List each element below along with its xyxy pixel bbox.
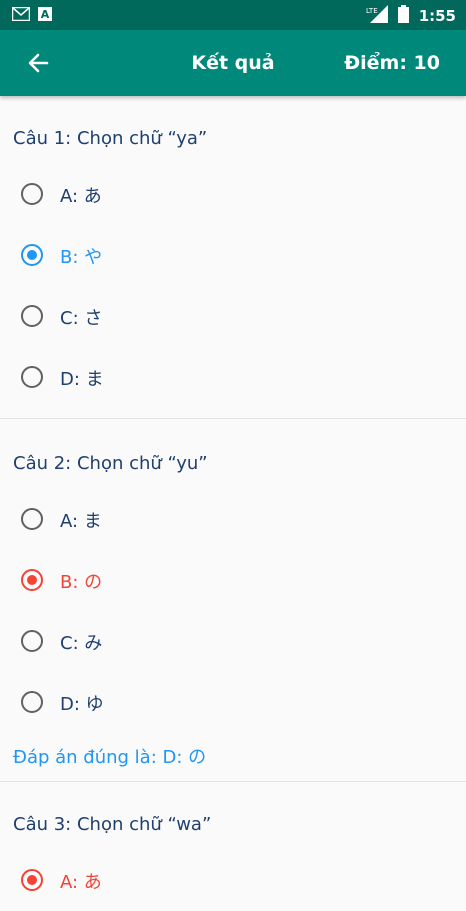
- radio-checked-icon[interactable]: [21, 869, 43, 891]
- option-c[interactable]: C: み: [0, 611, 466, 672]
- radio-dot-icon: [27, 250, 37, 260]
- option-c[interactable]: C: さ: [0, 286, 466, 347]
- radio-dot-icon: [27, 875, 37, 885]
- radio-unchecked-icon[interactable]: [21, 366, 43, 388]
- option-b[interactable]: B: や: [0, 225, 466, 286]
- option-label: A: ま: [60, 511, 102, 532]
- option-label: D: ま: [60, 369, 104, 390]
- gmail-icon: [11, 6, 31, 22]
- results-list: Câu 1: Chọn chữ “ya” A: あ B: や C: さ D: ま…: [0, 96, 466, 911]
- option-a[interactable]: A: ま: [0, 489, 466, 550]
- svg-text:LTE: LTE: [366, 7, 378, 15]
- radio-unchecked-icon[interactable]: [21, 305, 43, 327]
- radio-dot-icon: [27, 575, 37, 585]
- score-label: Điểm: 10: [344, 52, 440, 74]
- svg-text:A: A: [41, 8, 50, 21]
- option-label: A: あ: [60, 872, 102, 893]
- option-label: C: み: [60, 633, 103, 654]
- question-1: Câu 1: Chọn chữ “ya” A: あ B: や C: さ D: ま: [0, 96, 466, 419]
- radio-checked-icon[interactable]: [21, 569, 43, 591]
- option-a[interactable]: A: あ: [0, 164, 466, 225]
- radio-unchecked-icon[interactable]: [21, 630, 43, 652]
- radio-unchecked-icon[interactable]: [21, 183, 43, 205]
- option-label: D: ゆ: [60, 694, 104, 715]
- battery-icon: [397, 5, 409, 27]
- question-title: Câu 3: Chọn chữ “wa”: [13, 814, 212, 835]
- option-label: B: の: [60, 572, 103, 593]
- question-2: Câu 2: Chọn chữ “yu” A: ま B: の C: み D: ゆ…: [0, 419, 466, 782]
- option-d[interactable]: D: ゆ: [0, 672, 466, 733]
- radio-unchecked-icon[interactable]: [21, 508, 43, 530]
- question-title: Câu 1: Chọn chữ “ya”: [13, 128, 208, 149]
- question-title: Câu 2: Chọn chữ “yu”: [13, 453, 208, 474]
- clock: 1:55: [418, 7, 456, 25]
- radio-unchecked-icon[interactable]: [21, 691, 43, 713]
- option-d[interactable]: D: ま: [0, 347, 466, 408]
- option-label: A: あ: [60, 186, 102, 207]
- status-bar: A LTE 1:55: [0, 0, 466, 30]
- question-3: Câu 3: Chọn chữ “wa” A: あ: [0, 782, 466, 911]
- lte-signal-icon: LTE: [366, 5, 388, 27]
- app-bar: Kết quả Điểm: 10: [0, 30, 466, 96]
- a-icon: A: [38, 6, 56, 21]
- correct-answer-text: Đáp án đúng là: D: の: [13, 747, 207, 768]
- option-a[interactable]: A: あ: [0, 850, 466, 911]
- option-label: C: さ: [60, 308, 103, 329]
- radio-checked-icon[interactable]: [21, 244, 43, 266]
- option-b[interactable]: B: の: [0, 550, 466, 611]
- option-label: B: や: [60, 247, 103, 268]
